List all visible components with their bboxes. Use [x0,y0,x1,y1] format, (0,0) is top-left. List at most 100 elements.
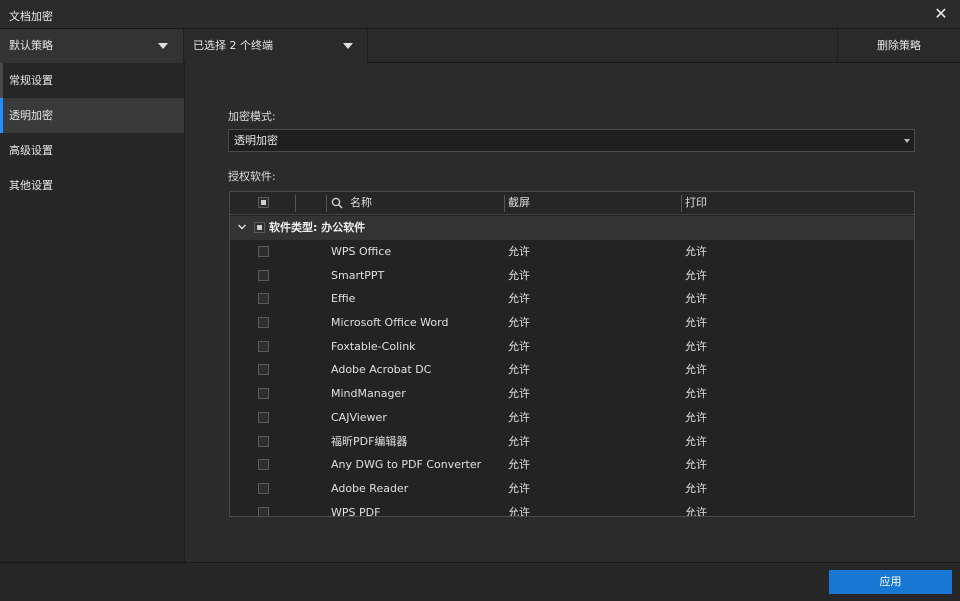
table-row[interactable]: Effie 允许 允许 [230,287,914,311]
software-name: Effie [331,292,356,306]
print-permission[interactable]: 允许 [685,501,707,516]
software-name: Foxtable-Colink [331,339,416,353]
sidebar-item-general[interactable]: 常规设置 [0,63,184,98]
terminal-dropdown[interactable]: 已选择 2 个终端 [185,29,368,63]
row-checkbox[interactable] [258,506,269,516]
software-name: Any DWG to PDF Converter [331,458,482,472]
caret-down-icon [343,43,353,49]
software-name: WPS Office [331,245,392,258]
column-divider [504,195,505,212]
software-name: MindManager [331,387,406,401]
table-header: 名称 截屏 打印 [230,192,914,215]
sidebar-item-other[interactable]: 其他设置 [0,168,184,203]
print-permission[interactable]: 允许 [685,240,707,264]
row-checkbox[interactable] [258,364,269,376]
table-row[interactable]: SmartPPT 允许 允许 [230,264,914,288]
chevron-down-icon[interactable] [237,222,247,232]
print-permission[interactable]: 允许 [685,358,707,382]
sidebar-item-label: 透明加密 [9,109,53,122]
print-permission[interactable]: 允许 [685,311,707,335]
print-permission[interactable]: 允许 [685,453,707,477]
table-body: WPS Office 允许 允许 SmartPPT 允许 允许 Effie 允许 允许 Mi… [230,240,914,517]
delete-policy-button[interactable]: 删除策略 [837,29,960,63]
column-divider [326,195,327,212]
group-checkbox[interactable] [254,222,265,233]
sidebar-item-transparent-encryption[interactable]: 透明加密 [0,98,184,133]
group-row[interactable]: 软件类型: 办公软件 [230,216,914,240]
sidebar-item-label: 其他设置 [9,179,53,192]
screenshot-permission[interactable]: 允许 [508,501,530,516]
screenshot-permission[interactable]: 允许 [508,430,530,454]
table-row[interactable]: CAJViewer 允许 允许 [230,406,914,430]
column-divider [295,195,296,212]
table-row[interactable]: WPS Office 允许 允许 [230,240,914,264]
software-name: CAJViewer [331,410,387,424]
apply-button[interactable]: 应用 [829,570,952,594]
sidebar-item-advanced[interactable]: 高级设置 [0,133,184,168]
row-checkbox[interactable] [258,293,269,305]
sidebar-item-label: 常规设置 [9,74,53,87]
print-permission[interactable]: 允许 [685,430,707,454]
caret-down-icon [904,139,910,143]
terminal-dropdown-value: 已选择 2 个终端 [193,39,273,52]
close-icon[interactable]: ✕ [932,5,950,23]
software-name: Adobe Acrobat DC [331,363,432,377]
software-name: WPS PDF [331,505,381,517]
group-label: 软件类型: 办公软件 [269,221,366,234]
column-header-name[interactable]: 名称 [350,192,372,214]
print-permission[interactable]: 允许 [685,477,707,501]
row-checkbox[interactable] [258,435,269,447]
row-checkbox[interactable] [258,388,269,400]
screenshot-permission[interactable]: 允许 [508,382,530,406]
table-row[interactable]: Adobe Acrobat DC 允许 允许 [230,358,914,382]
encryption-mode-label: 加密模式: [228,110,276,123]
main-panel: 加密模式: 透明加密 授权软件: 名称 截屏 打印 软件类型: 办公软件 WPS… [185,63,960,562]
caret-down-icon [158,43,168,49]
sidebar: 常规设置 透明加密 高级设置 其他设置 [0,63,185,562]
authorized-software-label: 授权软件: [228,170,276,183]
column-header-screenshot[interactable]: 截屏 [508,192,530,214]
table-row[interactable]: MindManager 允许 允许 [230,382,914,406]
policy-dropdown-value: 默认策略 [9,39,53,52]
print-permission[interactable]: 允许 [685,382,707,406]
software-name: Microsoft Office Word [331,316,449,330]
screenshot-permission[interactable]: 允许 [508,358,530,382]
row-checkbox[interactable] [258,482,269,494]
software-name: SmartPPT [331,268,385,282]
footer-bar: 应用 [0,562,960,601]
print-permission[interactable]: 允许 [685,287,707,311]
select-all-checkbox[interactable] [258,197,269,208]
screenshot-permission[interactable]: 允许 [508,406,530,430]
encryption-mode-select[interactable]: 透明加密 [228,129,915,152]
row-checkbox[interactable] [258,340,269,352]
toolbar: 默认策略 已选择 2 个终端 删除策略 [0,29,960,63]
table-row[interactable]: 福昕PDF编辑器 允许 允许 [230,430,914,454]
screenshot-permission[interactable]: 允许 [508,264,530,288]
table-row[interactable]: Adobe Reader 允许 允许 [230,477,914,501]
print-permission[interactable]: 允许 [685,335,707,359]
table-row[interactable]: Microsoft Office Word 允许 允许 [230,311,914,335]
row-checkbox[interactable] [258,317,269,329]
print-permission[interactable]: 允许 [685,264,707,288]
screenshot-permission[interactable]: 允许 [508,311,530,335]
screenshot-permission[interactable]: 允许 [508,335,530,359]
screenshot-permission[interactable]: 允许 [508,240,530,264]
row-checkbox[interactable] [258,269,269,281]
policy-dropdown[interactable]: 默认策略 [0,29,184,63]
screenshot-permission[interactable]: 允许 [508,477,530,501]
software-name: 福昕PDF编辑器 [331,434,408,448]
row-checkbox[interactable] [258,411,269,423]
encryption-mode-value: 透明加密 [234,134,278,147]
table-row[interactable]: WPS PDF 允许 允许 [230,501,914,517]
column-header-print[interactable]: 打印 [685,192,707,214]
print-permission[interactable]: 允许 [685,406,707,430]
screenshot-permission[interactable]: 允许 [508,287,530,311]
row-checkbox[interactable] [258,246,269,257]
screenshot-permission[interactable]: 允许 [508,453,530,477]
search-icon[interactable] [331,197,343,209]
window-title: 文档加密 [9,10,53,23]
table-row[interactable]: Foxtable-Colink 允许 允许 [230,335,914,359]
row-checkbox[interactable] [258,459,269,471]
table-row[interactable]: Any DWG to PDF Converter 允许 允许 [230,453,914,477]
title-bar: 文档加密 ✕ [0,0,960,29]
